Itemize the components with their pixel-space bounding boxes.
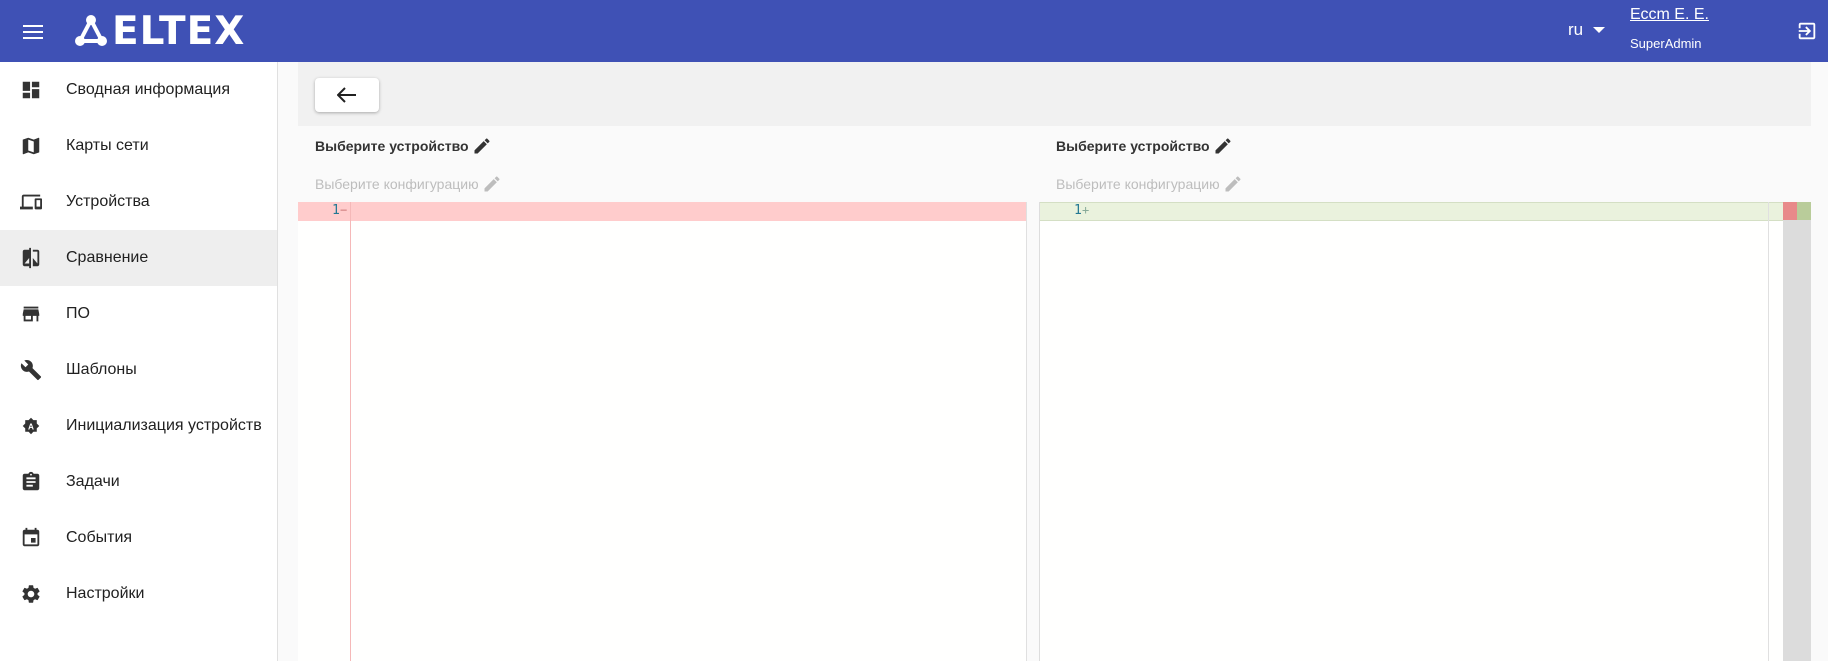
sidebar-item-label: Инициализация устройств <box>66 417 262 434</box>
left-config-selector[interactable]: Выберите конфигурацию <box>315 174 502 194</box>
sidebar-item-device-init[interactable]: A Инициализация устройств <box>0 398 277 454</box>
map-icon <box>19 134 43 158</box>
sidebar-item-label: Сводная информация <box>66 81 230 98</box>
chevron-down-icon <box>1593 27 1606 33</box>
arrow-back-icon <box>337 87 356 103</box>
eltex-logo-mark-icon <box>75 15 107 46</box>
sidebar-item-label: Шаблоны <box>66 361 137 378</box>
devices-icon <box>19 190 43 214</box>
overview-added-mark <box>1797 202 1811 220</box>
menu-icon[interactable] <box>16 15 50 49</box>
edit-icon <box>484 176 500 192</box>
language-value: ru <box>1568 20 1584 39</box>
left-device-selector[interactable]: Выберите устройство <box>315 136 492 156</box>
sidebar-item-label: Настройки <box>66 585 145 602</box>
edit-icon <box>474 138 490 154</box>
diff-left-pane[interactable]: 1 − <box>298 202 1026 661</box>
right-device-label: Выберите устройство <box>1056 138 1210 154</box>
line-number: 1 <box>1074 203 1082 218</box>
right-scrollbar[interactable] <box>1768 202 1782 661</box>
gear-icon <box>19 582 43 606</box>
left-device-label: Выберите устройство <box>315 138 469 154</box>
logo-text: ELTEX <box>112 8 246 54</box>
assignment-icon <box>19 470 43 494</box>
store-icon <box>19 302 43 326</box>
user-name-link[interactable]: Ессm Е. Е. <box>1630 6 1709 24</box>
sidebar-item-label: ПО <box>66 305 90 322</box>
language-select[interactable]: ru <box>1568 20 1606 40</box>
right-config-label: Выберите конфигурацию <box>1056 176 1220 192</box>
calendar-icon <box>19 526 43 550</box>
sidebar-item-summary[interactable]: Сводная информация <box>0 62 277 118</box>
sidebar-item-settings[interactable]: Настройки <box>0 566 277 622</box>
deleted-marker: − <box>340 203 348 217</box>
added-marker: + <box>1082 203 1090 217</box>
diff-right-pane[interactable]: 1 + <box>1039 202 1783 661</box>
sidebar-item-templates[interactable]: Шаблоны <box>0 342 277 398</box>
compare-toolbar <box>298 62 1811 126</box>
logout-icon[interactable] <box>1796 20 1818 47</box>
sidebar-item-label: События <box>66 529 133 546</box>
sidebar-item-network-maps[interactable]: Карты сети <box>0 118 277 174</box>
right-device-selector[interactable]: Выберите устройство <box>1056 136 1233 156</box>
user-role: SuperAdmin <box>1630 36 1702 51</box>
compare-icon <box>19 246 43 270</box>
left-scrollbar[interactable] <box>1026 202 1039 661</box>
top-app-bar: ELTEX ru Ессm Е. Е. SuperAdmin <box>0 0 1828 62</box>
sidebar-item-events[interactable]: События <box>0 510 277 566</box>
back-button[interactable] <box>315 78 379 112</box>
diff-editor[interactable]: 1 − 1 + <box>298 202 1811 661</box>
left-config-label: Выберите конфигурацию <box>315 176 479 192</box>
overview-deleted-mark <box>1783 202 1797 220</box>
eltex-logo[interactable]: ELTEX <box>74 8 246 54</box>
gutter-divider <box>350 202 351 661</box>
svg-text:A: A <box>28 423 34 432</box>
edit-icon <box>1225 176 1241 192</box>
sidebar-item-compare[interactable]: Сравнение <box>0 230 277 286</box>
sidebar-nav: Сводная информация Карты сети Устройства… <box>0 62 278 661</box>
sidebar-item-devices[interactable]: Устройства <box>0 174 277 230</box>
sidebar-item-label: Задачи <box>66 473 120 490</box>
wrench-icon <box>19 358 43 382</box>
sidebar-item-label: Карты сети <box>66 137 149 154</box>
line-number: 1 <box>332 203 340 218</box>
edit-icon <box>1215 138 1231 154</box>
sidebar-item-label: Устройства <box>66 193 150 210</box>
sidebar-item-label: Сравнение <box>66 249 149 266</box>
added-line <box>1040 202 1783 221</box>
deleted-line <box>298 202 1026 221</box>
sidebar-item-software[interactable]: ПО <box>0 286 277 342</box>
dashboard-icon <box>19 78 43 102</box>
diff-overview-ruler[interactable] <box>1783 202 1811 661</box>
auto-badge-icon: A <box>19 414 43 438</box>
right-config-selector[interactable]: Выберите конфигурацию <box>1056 174 1243 194</box>
sidebar-item-tasks[interactable]: Задачи <box>0 454 277 510</box>
